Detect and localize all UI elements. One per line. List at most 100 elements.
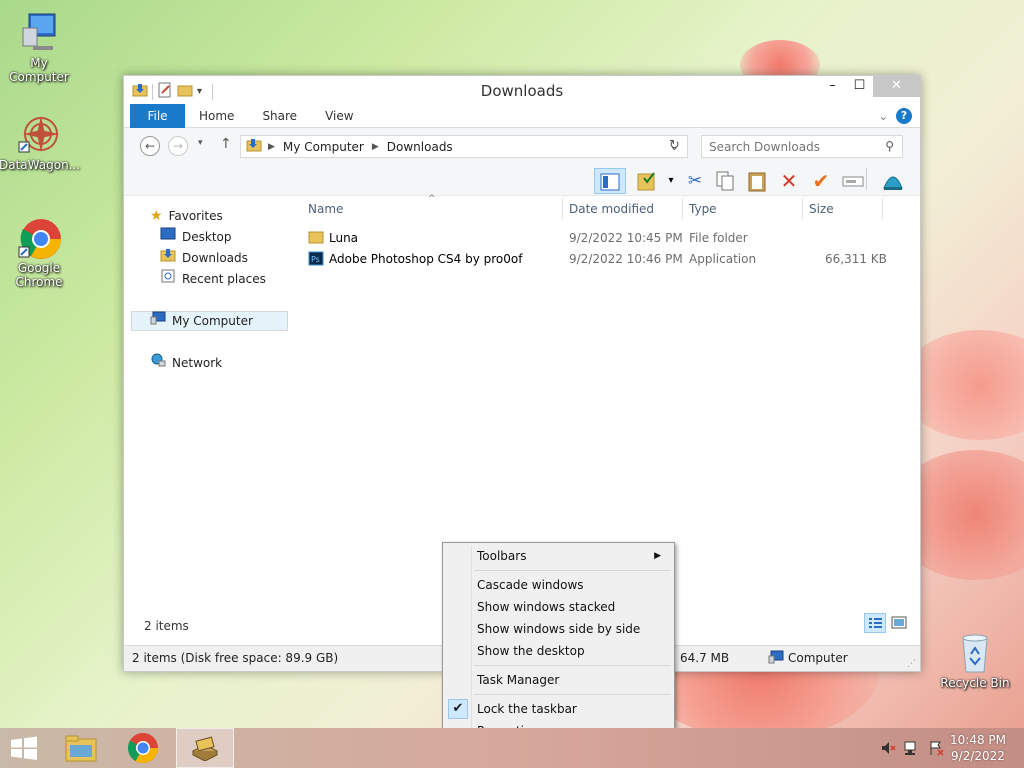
command-toolbar: ▾ ✂ ✕ ✔ (124, 164, 920, 196)
taskbar[interactable]: 10:48 PM 9/2/2022 (0, 728, 1024, 768)
file-type: Application (689, 252, 757, 266)
chrome-icon (17, 215, 61, 259)
folder-icon (246, 138, 262, 155)
search-input[interactable] (702, 136, 872, 157)
file-name: Luna (329, 231, 359, 245)
nav-item-label: My Computer (172, 314, 253, 328)
close-button[interactable]: ✕ (873, 76, 920, 97)
help-icon[interactable]: ? (896, 108, 912, 124)
address-bar[interactable]: ▶ My Computer ▶ Downloads ⌄ (240, 135, 688, 158)
nav-item-favorites[interactable]: ★ Favorites (150, 206, 223, 226)
preview-pane-icon[interactable] (594, 168, 626, 194)
menu-item-cascade-windows[interactable]: Cascade windows (446, 574, 671, 596)
rename-icon[interactable] (840, 168, 866, 194)
shell-icon[interactable] (880, 168, 906, 194)
expand-ribbon-icon[interactable]: ⌄ (879, 110, 888, 123)
desktop-icon-label: My Computer (9, 56, 69, 84)
minimize-button[interactable]: – (819, 76, 846, 97)
desktop-icon-recycle-bin[interactable]: Recycle Bin (935, 630, 1015, 690)
desktop-icon-chrome[interactable]: Google Chrome (0, 215, 79, 289)
search-box[interactable]: ⚲ (701, 135, 903, 158)
nav-item-recent-places[interactable]: Recent places (160, 269, 266, 289)
resize-grip-icon[interactable]: ⋰ (907, 659, 916, 669)
menu-item-show-windows-stacked[interactable]: Show windows stacked (446, 596, 671, 618)
column-divider[interactable] (882, 198, 883, 220)
column-header-date[interactable]: Date modified (569, 202, 654, 216)
cut-icon[interactable]: ✂ (682, 168, 708, 194)
star-icon: ★ (150, 208, 163, 224)
menu-item-task-manager[interactable]: Task Manager (446, 669, 671, 691)
column-header-type[interactable]: Type (689, 202, 717, 216)
column-divider[interactable] (802, 198, 803, 220)
maximize-button[interactable]: ☐ (846, 76, 873, 97)
address-row: ← → ▾ ↑ ▶ My Computer ▶ Downloads ⌄ ↻ ⚲ (124, 128, 920, 164)
checkmark-icon[interactable]: ✔ (808, 168, 834, 194)
desktop-icon-datawagon[interactable]: DataWagon... (0, 112, 81, 172)
chevron-right-icon[interactable]: ▶ (372, 142, 379, 152)
checkmark-icon: ✔ (448, 699, 468, 719)
column-header-name[interactable]: Name (308, 202, 343, 216)
column-divider[interactable] (562, 198, 563, 220)
details-view-icon[interactable] (864, 613, 886, 633)
volume-muted-icon[interactable] (880, 740, 896, 760)
menu-item-show-windows-side-by-side[interactable]: Show windows side by side (446, 618, 671, 640)
tab-share[interactable]: Share (248, 104, 311, 128)
recycle-bin-icon (953, 630, 997, 674)
network-status-icon[interactable] (904, 740, 920, 760)
nav-item-my-computer[interactable]: My Computer (131, 311, 288, 331)
select-all-icon[interactable] (634, 168, 660, 194)
nav-item-label: Network (172, 356, 223, 370)
tab-home[interactable]: Home (185, 104, 248, 128)
menu-separator (474, 570, 671, 571)
location-label: Computer (788, 651, 848, 665)
refresh-icon[interactable]: ↻ (669, 138, 680, 153)
tab-view[interactable]: View (311, 104, 367, 128)
delete-icon[interactable]: ✕ (776, 168, 802, 194)
breadcrumb-downloads[interactable]: Downloads (387, 140, 453, 154)
breadcrumb-my-computer[interactable]: My Computer (283, 140, 364, 154)
installer-icon (191, 736, 219, 761)
nav-item-network[interactable]: Network (150, 353, 222, 373)
menu-separator (474, 665, 671, 666)
chrome-icon (127, 733, 158, 764)
desktop-icon-label: Google Chrome (15, 261, 63, 289)
selection-size: 64.7 MB (680, 651, 730, 665)
tab-file[interactable]: File (130, 103, 185, 128)
title-bar[interactable]: ▾ Downloads – ☐ ✕ (124, 76, 920, 104)
desktop-icon-label: DataWagon... (0, 158, 81, 172)
copy-icon[interactable] (712, 168, 738, 194)
taskbar-chrome[interactable] (114, 728, 172, 768)
clock-date: 9/2/2022 (951, 749, 1005, 763)
menu-separator (474, 694, 671, 695)
dropdown-icon[interactable]: ▾ (658, 168, 684, 194)
nav-item-desktop[interactable]: Desktop (160, 227, 232, 247)
menu-item-label: Lock the taskbar (477, 702, 577, 716)
back-button[interactable]: ← (140, 136, 160, 156)
taskbar-file-explorer[interactable] (52, 728, 110, 768)
table-row[interactable]: Ps Adobe Photoshop CS4 by pro0of 9/2/202… (300, 249, 890, 269)
column-divider[interactable] (682, 198, 683, 220)
large-icons-view-icon[interactable] (890, 615, 908, 634)
chevron-right-icon[interactable]: ▶ (268, 142, 275, 152)
paste-icon[interactable] (744, 168, 770, 194)
recent-locations-icon[interactable]: ▾ (198, 138, 203, 148)
desktop-icon-my-computer[interactable]: My Computer (0, 10, 79, 84)
table-row[interactable]: Luna 9/2/2022 10:45 PM File folder (300, 228, 890, 248)
nav-item-label: Recent places (182, 272, 266, 286)
search-icon[interactable]: ⚲ (885, 139, 894, 153)
disk-free-status: 2 items (Disk free space: 89.9 GB) (132, 651, 339, 665)
taskbar-installer[interactable] (176, 728, 234, 768)
up-button[interactable]: ↑ (220, 136, 232, 152)
menu-item-lock-the-taskbar[interactable]: ✔ Lock the taskbar (446, 698, 671, 720)
menu-item-show-the-desktop[interactable]: Show the desktop (446, 640, 671, 662)
forward-button[interactable]: → (168, 136, 188, 156)
menu-item-label: Toolbars (477, 549, 527, 563)
action-center-icon[interactable] (928, 740, 944, 760)
menu-item-toolbars[interactable]: Toolbars ▶ (446, 545, 671, 567)
window-controls: – ☐ ✕ (819, 76, 920, 97)
column-header-size[interactable]: Size (809, 202, 834, 216)
windows-logo-icon (11, 736, 37, 760)
clock[interactable]: 10:48 PM 9/2/2022 (950, 732, 1006, 764)
start-button[interactable] (0, 728, 48, 768)
nav-item-downloads[interactable]: Downloads (160, 248, 248, 268)
